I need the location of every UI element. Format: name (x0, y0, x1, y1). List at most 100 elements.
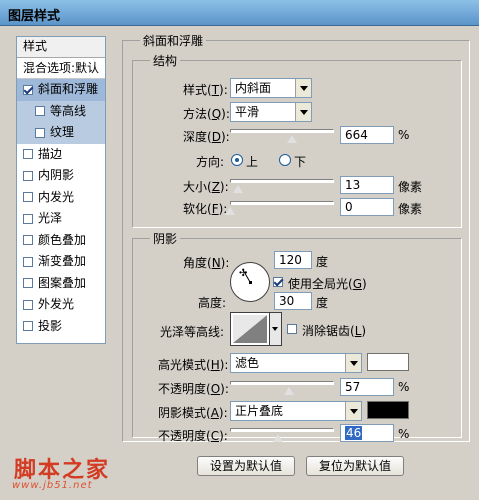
shadow-opacity-unit: % (398, 427, 410, 441)
depth-label: 深度(D): (183, 130, 230, 144)
global-light-checkbox[interactable] (273, 277, 283, 287)
title-bar: 图层样式 (0, 0, 479, 26)
sidebar-item-checkbox[interactable] (23, 256, 33, 267)
direction-label: 方向: (196, 155, 225, 169)
sidebar-item[interactable]: 等高线 (17, 100, 105, 122)
blend-options-item[interactable]: 混合选项:默认 (17, 58, 105, 79)
style-list-header[interactable]: 样式 (17, 37, 105, 58)
angle-label: 角度(N): (183, 256, 230, 270)
soften-input[interactable]: 0 (340, 198, 394, 216)
sidebar-item-label: 等高线 (50, 103, 87, 118)
sidebar-item[interactable]: 图案叠加 (17, 273, 105, 295)
direction-down-label: 下 (294, 155, 307, 169)
sidebar-item-checkbox[interactable] (23, 213, 33, 224)
layer-style-dialog: 样式 混合选项:默认 斜面和浮雕等高线纹理 描边内阴影内发光光泽颜色叠加渐变叠加图… (0, 26, 479, 500)
sidebar-item[interactable]: 描边 (17, 144, 105, 166)
direction-down-radio[interactable] (279, 154, 291, 166)
angle-dial[interactable]: ✣ (230, 262, 270, 302)
chevron-down-icon (295, 103, 311, 121)
altitude-input[interactable]: 30 (274, 292, 312, 310)
direction-up-radio[interactable] (231, 154, 243, 166)
make-default-button[interactable]: 设置为默认值 (197, 456, 295, 476)
depth-slider-track[interactable] (230, 129, 334, 133)
shading-title: 阴影 (150, 230, 181, 247)
chevron-down-icon (345, 402, 361, 420)
technique-label: 方法(Q): (183, 107, 230, 121)
gloss-contour-preview[interactable] (230, 312, 270, 346)
highlight-mode-label: 高光模式(H): (158, 358, 229, 372)
highlight-opacity-label: 不透明度(O): (158, 382, 229, 396)
sidebar-item-checkbox[interactable] (23, 278, 33, 289)
technique-select-value: 平滑 (235, 105, 260, 119)
shadow-mode-label: 阴影模式(A): (158, 406, 228, 420)
sidebar-item-checkbox[interactable] (23, 149, 33, 160)
anti-aliased-checkbox[interactable] (287, 324, 297, 334)
sidebar-item-checkbox[interactable] (23, 321, 33, 332)
sidebar-item[interactable]: 外发光 (17, 294, 105, 316)
altitude-unit: 度 (316, 296, 329, 310)
window-title: 图层样式 (8, 9, 61, 24)
depth-unit: % (398, 128, 410, 142)
bevel-emboss-title: 斜面和浮雕 (140, 32, 207, 49)
style-label: 样式(T): (183, 83, 228, 97)
sidebar-item[interactable]: 内发光 (17, 187, 105, 209)
soften-label: 软化(F): (183, 202, 228, 216)
shadow-mode-select[interactable]: 正片叠底 (230, 401, 362, 421)
angle-input[interactable]: 120 (274, 251, 312, 269)
sidebar-item-checkbox[interactable] (35, 106, 45, 117)
sidebar-item-label: 渐变叠加 (38, 254, 87, 269)
size-slider-track[interactable] (230, 179, 334, 183)
sidebar-item-label: 图案叠加 (38, 275, 87, 290)
sidebar-item-label: 外发光 (38, 297, 75, 312)
technique-select[interactable]: 平滑 (230, 102, 312, 122)
sidebar-item-checkbox[interactable] (23, 235, 33, 246)
style-select[interactable]: 内斜面 (230, 78, 312, 98)
shadow-color-swatch[interactable] (367, 401, 409, 419)
style-select-value: 内斜面 (235, 81, 272, 95)
contour-dropdown-button[interactable] (270, 312, 282, 346)
sidebar-item-checkbox[interactable] (23, 192, 33, 203)
depth-slider-thumb[interactable] (286, 134, 299, 144)
sidebar-item[interactable]: 渐变叠加 (17, 251, 105, 273)
depth-input[interactable]: 664 (340, 126, 394, 144)
highlight-opacity-input[interactable]: 57 (340, 378, 394, 396)
size-input[interactable]: 13 (340, 176, 394, 194)
sidebar-item-checkbox[interactable] (23, 299, 33, 310)
highlight-mode-value: 滤色 (235, 356, 260, 370)
watermark: 脚本之家 www.jb51.net (10, 452, 136, 496)
highlight-opacity-track[interactable] (230, 381, 334, 385)
sidebar-item[interactable]: 颜色叠加 (17, 230, 105, 252)
soften-unit: 像素 (398, 202, 423, 216)
angle-unit: 度 (316, 255, 329, 269)
sidebar-item-checkbox[interactable] (35, 127, 45, 138)
sidebar-item[interactable]: 斜面和浮雕 (17, 79, 105, 101)
sidebar-item-label: 内发光 (38, 189, 75, 204)
size-slider-thumb[interactable] (232, 184, 245, 194)
sidebar-item[interactable]: 内阴影 (17, 165, 105, 187)
reset-default-button[interactable]: 复位为默认值 (306, 456, 404, 476)
sidebar-item[interactable]: 纹理 (17, 122, 105, 144)
sidebar-item-checkbox[interactable] (23, 84, 33, 95)
gloss-contour-label: 光泽等高线: (160, 325, 225, 339)
shadow-opacity-label: 不透明度(C): (158, 429, 228, 443)
shadow-opacity-input[interactable]: 46 (340, 424, 394, 442)
sidebar-item[interactable]: 光泽 (17, 208, 105, 230)
sidebar-item-label: 内阴影 (38, 168, 75, 183)
soften-slider-track[interactable] (230, 201, 334, 205)
sidebar-item-label: 光泽 (38, 211, 63, 226)
contour-curve-icon (233, 315, 267, 343)
shadow-opacity-track[interactable] (230, 428, 334, 432)
watermark-url: www.jb51.net (12, 480, 93, 491)
global-light-label: 使用全局光(G) (288, 277, 367, 291)
anti-aliased-label: 消除锯齿(L) (302, 324, 367, 338)
soften-slider-thumb[interactable] (224, 206, 236, 216)
highlight-opacity-thumb[interactable] (283, 386, 296, 396)
highlight-mode-select[interactable]: 滤色 (230, 353, 362, 373)
highlight-color-swatch[interactable] (367, 353, 409, 371)
sidebar-item-checkbox[interactable] (23, 170, 33, 181)
sidebar-item[interactable]: 投影 (17, 316, 105, 338)
shadow-opacity-thumb[interactable] (271, 433, 284, 443)
highlight-opacity-unit: % (398, 380, 410, 394)
sidebar-item-label: 斜面和浮雕 (38, 82, 99, 97)
chevron-down-icon (295, 79, 311, 97)
